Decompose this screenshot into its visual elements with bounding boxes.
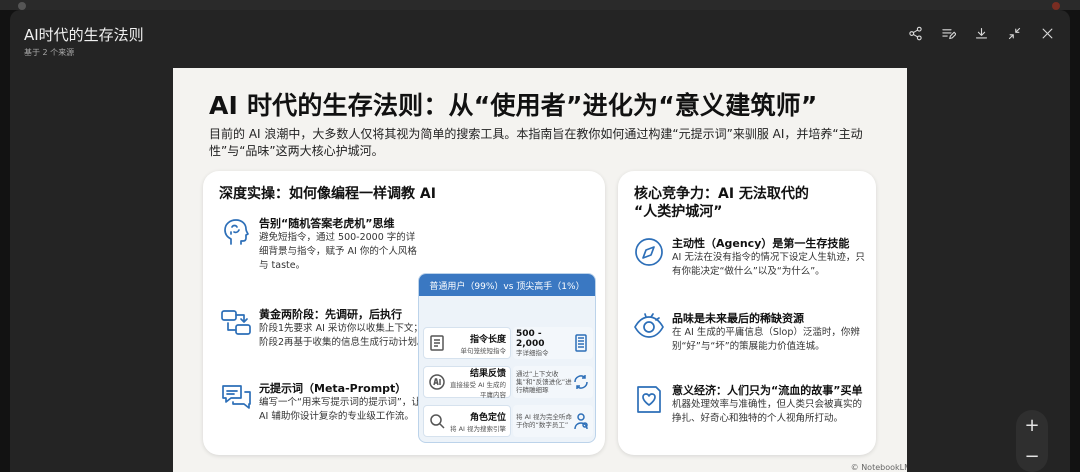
employee-icon — [572, 412, 590, 430]
slide-title: AI 时代的生存法则：从“使用者”进化为“意义建筑师” — [209, 91, 818, 120]
row-label: 指令长度 — [469, 334, 506, 345]
document-icon — [428, 334, 446, 352]
table-row: 指令长度 单句笼统短指令 500 - 2,000 字详细指令 — [423, 326, 593, 360]
item-body: 在 AI 生成的平庸信息（Slop）泛滥时，你辨别“好”与“坏”的策展能力价值连… — [672, 327, 860, 352]
chat-icon — [219, 380, 253, 414]
collapse-icon[interactable] — [1006, 25, 1023, 42]
practice-card-heading: 深度实操：如何像编程一样调教 AI — [219, 186, 436, 202]
long-document-icon — [572, 334, 590, 352]
item-body: 编写一个“用来写提示词的提示词”，让 AI 辅助你设计复杂的专业级工作流。 — [259, 397, 421, 422]
top-strip — [0, 0, 1080, 10]
item-body: 避免短指令，通过 500-2000 字的详细背景与指令，赋予 AI 你的个人风格… — [259, 232, 417, 271]
item-title: 品味是未来最后的稀缺资源 — [672, 312, 804, 325]
list-item: 元提示词（Meta-Prompt） 编写一个“用来写提示词的提示词”，让 AI … — [219, 380, 421, 440]
list-item: 品味是未来最后的稀缺资源 在 AI 生成的平庸信息（Slop）泛滥时，你辨别“好… — [632, 310, 868, 360]
modal-actions — [907, 25, 1056, 42]
row-novice: 将 AI 视为搜索引擎 — [450, 424, 506, 433]
item-body: 机器处理效率与准确性，但人类只会被真实的挣扎、好奇心和独特的个人视角所打动。 — [672, 399, 863, 424]
ai-bot-icon — [428, 373, 446, 391]
list-item: 主动性（Agency）是第一生存技能 AI 无法在没有指令的情况下设定人生轨迹，… — [632, 235, 868, 285]
compass-icon — [632, 235, 666, 269]
watermark: © NotebookLM — [850, 463, 907, 472]
list-item: 意义经济：人们只为“流血的故事”买单 机器处理效率与准确性，但人类只会被真实的挣… — [632, 382, 868, 442]
close-icon[interactable] — [1039, 25, 1056, 42]
item-title: 主动性（Agency）是第一生存技能 — [672, 237, 850, 250]
search-icon — [428, 412, 446, 430]
book-heart-icon — [632, 382, 666, 416]
row-label: 结果反馈 — [469, 368, 506, 379]
avatar[interactable] — [1052, 2, 1060, 10]
item-title: 元提示词（Meta-Prompt） — [259, 382, 407, 395]
moat-card-heading: 核心竞争力：AI 无法取代的 “人类护城河” — [634, 185, 809, 221]
zoom-out-button[interactable]: − — [1024, 447, 1039, 466]
comparison-header: 普通用户（99%）vs 顶尖高手（1%） — [419, 274, 595, 296]
item-title: 告别“随机答案老虎机”思维 — [259, 217, 395, 230]
modal-title: AI时代的生存法则 — [24, 26, 144, 44]
eye-icon — [632, 310, 666, 344]
row-expert: 将 AI 视为完全听命于你的“数字员工” — [516, 413, 572, 429]
zoom-in-button[interactable]: + — [1024, 416, 1039, 435]
practice-card: 深度实操：如何像编程一样调教 AI 告别“随机答案老虎机”思维 避免短指令，通过… — [203, 171, 605, 455]
workflow-icon — [219, 306, 253, 340]
item-body: 阶段1先要求 AI 采访你以收集上下文；阶段2再基于收集的信息生成行动计划。 — [259, 323, 427, 348]
window-dot — [18, 2, 26, 10]
row-novice: 直接接受 AI 生成的平庸内容 — [450, 380, 506, 399]
row-label: 角色定位 — [469, 412, 506, 423]
moat-card: 核心竞争力：AI 无法取代的 “人类护城河” 主动性（Agency）是第一生存技… — [618, 171, 876, 455]
comparison-table: 普通用户（99%）vs 顶尖高手（1%） 指令长度 单句笼统短指令 500 - 2… — [418, 273, 596, 443]
source-count: 基于 2 个来源 — [24, 48, 75, 57]
row-expert: 通过“上下文收集”和“反馈进化”进行精雕细琢 — [516, 370, 572, 394]
item-body: AI 无法在没有指令的情况下设定人生轨迹，只有你能决定“做什么”以及“为什么”。 — [672, 252, 865, 277]
zoom-control: + − — [1016, 410, 1048, 472]
moat-heading-line1: 核心竞争力：AI 无法取代的 — [634, 186, 809, 202]
edit-list-icon[interactable] — [940, 25, 957, 42]
brain-icon — [219, 215, 253, 249]
download-icon[interactable] — [973, 25, 990, 42]
moat-heading-line2: “人类护城河” — [634, 204, 723, 220]
infographic-slide: AI 时代的生存法则：从“使用者”进化为“意义建筑师” 目前的 AI 浪潮中，大… — [173, 68, 907, 472]
item-title: 意义经济：人们只为“流血的故事”买单 — [672, 384, 863, 397]
list-item: 黄金两阶段：先调研，后执行 阶段1先要求 AI 采访你以收集上下文；阶段2再基于… — [219, 306, 427, 366]
row-expert-title: 500 - 2,000 — [516, 329, 545, 349]
row-expert: 字详细指令 — [516, 349, 549, 357]
share-icon[interactable] — [907, 25, 924, 42]
list-item: 告别“随机答案老虎机”思维 避免短指令，通过 500-2000 字的详细背景与指… — [219, 215, 419, 275]
table-row: 角色定位将 AI 视为搜索引擎 将 AI 视为完全听命于你的“数字员工” — [423, 404, 593, 438]
slide-intro: 目前的 AI 浪潮中，大多数人仅将其视为简单的搜索工具。本指南旨在教你如何通过构… — [209, 127, 863, 158]
item-title: 黄金两阶段：先调研，后执行 — [259, 308, 402, 321]
table-row: 结果反馈 直接接受 AI 生成的平庸内容 通过“上下文收集”和“反馈进化”进行精雕… — [423, 365, 593, 399]
refresh-cycle-icon — [572, 373, 590, 391]
row-novice: 单句笼统短指令 — [460, 346, 507, 355]
